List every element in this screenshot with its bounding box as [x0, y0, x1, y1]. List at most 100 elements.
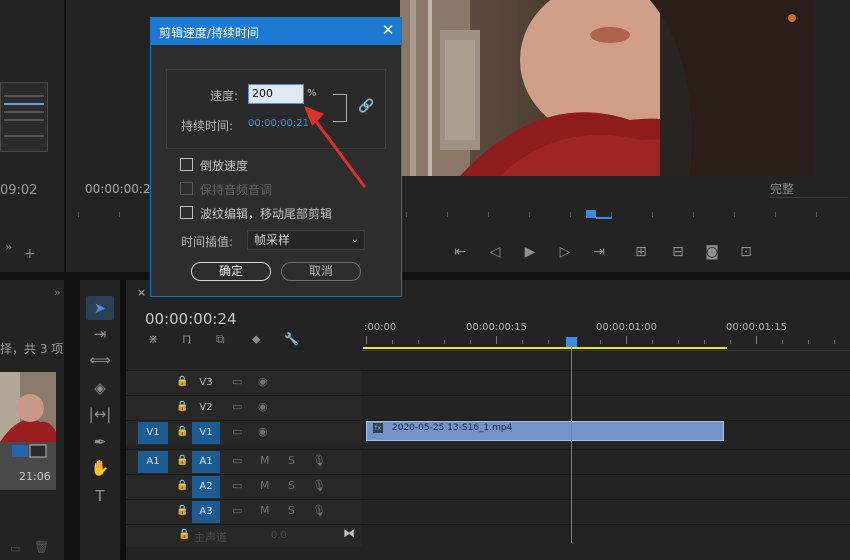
slip-tool-icon[interactable]: |↔|	[86, 402, 114, 426]
reverse-speed-label: 倒放速度	[200, 159, 249, 173]
more-chevron-icon[interactable]: »	[5, 240, 12, 254]
camera-icon[interactable]: ◙	[701, 238, 723, 266]
fit-dropdown[interactable]: 完整	[770, 180, 848, 198]
mic-icon[interactable]: 🎙	[312, 504, 326, 517]
track-row-v2: 🔒 V2 ▭ ◉	[126, 395, 850, 420]
speed-input[interactable]: 200	[248, 84, 304, 104]
master-lock-icon[interactable]: 🔒	[178, 529, 190, 540]
track-header: 🔒 A3 ▭ M S 🎙	[126, 500, 362, 524]
mic-icon[interactable]: 🎙	[312, 479, 326, 492]
track-header	[126, 525, 362, 547]
timeline-close-icon[interactable]: ×	[137, 286, 146, 299]
track-target[interactable]: V2	[192, 397, 220, 419]
time-interpolation-select[interactable]: 帧采样 ⌄	[247, 230, 365, 250]
solo-button[interactable]: S	[288, 454, 295, 467]
razor-tool-icon[interactable]: ◈	[86, 376, 114, 400]
mute-button[interactable]: M	[260, 504, 270, 517]
vertical-divider[interactable]	[64, 280, 80, 560]
sync-lock-icon[interactable]: ▭	[232, 504, 242, 517]
track-lane[interactable]	[362, 450, 850, 474]
speed-label: 速度:	[210, 89, 239, 103]
step-back-icon[interactable]: ◁	[484, 238, 506, 266]
mic-icon[interactable]: 🎙	[312, 454, 326, 467]
sequence-thumbnail[interactable]	[0, 82, 48, 152]
solo-button[interactable]: S	[288, 504, 295, 517]
track-select-tool-icon[interactable]: ⇥	[86, 322, 114, 346]
step-forward-icon[interactable]: ▷	[554, 238, 576, 266]
mute-button[interactable]: M	[260, 479, 270, 492]
program-playhead[interactable]	[586, 210, 612, 220]
selection-tool-icon[interactable]: ➤	[86, 296, 114, 320]
track-row-a1: A1 🔒 A1 ▭ M S 🎙	[126, 449, 850, 474]
ruler-baseline	[362, 350, 850, 351]
annotation-arrow	[304, 106, 366, 188]
go-to-end-icon[interactable]: ⧓	[343, 526, 355, 540]
linked-selection-icon[interactable]: ⧉	[216, 332, 225, 347]
nest-icon[interactable]: ⋇	[148, 332, 158, 346]
source-patch[interactable]: A1	[138, 451, 168, 473]
horizontal-divider[interactable]	[0, 272, 850, 280]
add-marker-icon[interactable]: ⬥	[252, 332, 260, 347]
lock-icon[interactable]: 🔒	[176, 505, 188, 516]
mute-button[interactable]: M	[260, 454, 270, 467]
timeline-timecode[interactable]: 00:00:00:24	[145, 310, 237, 328]
track-target[interactable]: V3	[192, 372, 220, 394]
snap-icon[interactable]: ⊓	[182, 332, 191, 346]
lock-icon[interactable]: 🔒	[176, 426, 188, 437]
panel-chevron-icon[interactable]: »	[54, 286, 61, 299]
go-to-in-icon[interactable]: ⇤	[449, 238, 471, 266]
vertical-divider[interactable]	[64, 0, 66, 272]
track-lane[interactable]	[362, 475, 850, 499]
sync-lock-icon[interactable]: ▭	[232, 425, 242, 438]
sync-lock-icon[interactable]: ▭	[232, 400, 242, 413]
extract-icon[interactable]: ⊟	[667, 238, 689, 266]
timeline-playhead-handle[interactable]	[566, 337, 577, 347]
program-video-frame	[400, 0, 813, 176]
add-icon[interactable]: +	[24, 246, 36, 262]
lock-icon[interactable]: 🔒	[176, 376, 188, 387]
ripple-edit-tool-icon[interactable]: ⟺	[86, 348, 114, 372]
trash-icon[interactable]: 🗑	[34, 540, 49, 554]
track-target[interactable]: V1	[192, 422, 220, 444]
play-icon[interactable]: ▶	[519, 238, 541, 266]
eye-icon[interactable]: ◉	[258, 425, 268, 438]
close-icon[interactable]: ✕	[379, 21, 397, 39]
lock-icon[interactable]: 🔒	[176, 455, 188, 466]
timeline-playhead-line[interactable]	[571, 345, 572, 543]
track-target[interactable]: A2	[192, 476, 220, 498]
lock-icon[interactable]: 🔒	[176, 480, 188, 491]
sync-lock-icon[interactable]: ▭	[232, 454, 242, 467]
ripple-edit-checkbox[interactable]	[180, 206, 193, 219]
fx-badge-icon: fx	[373, 423, 383, 433]
program-timecode[interactable]: 00:00:00:2	[85, 182, 151, 196]
tools-column: ➤ ⇥ ⟺ ◈ |↔| ✒ ✋ T	[80, 280, 120, 560]
sync-lock-icon[interactable]: ▭	[232, 375, 242, 388]
lift-icon[interactable]: ⊞	[630, 238, 652, 266]
ok-button[interactable]: 确定	[191, 262, 271, 281]
pen-tool-icon[interactable]: ✒	[86, 430, 114, 454]
track-target[interactable]: A1	[192, 451, 220, 473]
track-lane[interactable]	[362, 500, 850, 524]
sync-lock-icon[interactable]: ▭	[232, 479, 242, 492]
lock-icon[interactable]: 🔒	[176, 401, 188, 412]
source-patch[interactable]: V1	[138, 422, 168, 444]
eye-icon[interactable]: ◉	[258, 400, 268, 413]
master-track-value[interactable]: 0.0	[271, 530, 287, 541]
track-lane[interactable]	[362, 371, 850, 395]
track-lane[interactable]	[362, 396, 850, 420]
solo-button[interactable]: S	[288, 479, 295, 492]
ruler-label: 00:00:00:15	[466, 322, 528, 333]
go-to-out-icon[interactable]: ⇥	[588, 238, 610, 266]
clip-preview-image	[0, 372, 56, 442]
button-editor-icon[interactable]: ⊡	[735, 238, 757, 266]
type-tool-icon[interactable]: T	[86, 484, 114, 508]
reverse-speed-checkbox[interactable]	[180, 158, 193, 171]
cancel-button[interactable]: 取消	[281, 262, 361, 281]
list-view-icon[interactable]: ▭	[10, 542, 20, 555]
hand-tool-icon[interactable]: ✋	[86, 456, 114, 480]
track-target[interactable]: A3	[192, 501, 220, 523]
settings-wrench-icon[interactable]: 🔧	[284, 332, 299, 346]
work-area-bar[interactable]	[363, 347, 727, 349]
ruler-label: 00:00:01:00	[596, 322, 658, 333]
eye-icon[interactable]: ◉	[258, 375, 268, 388]
